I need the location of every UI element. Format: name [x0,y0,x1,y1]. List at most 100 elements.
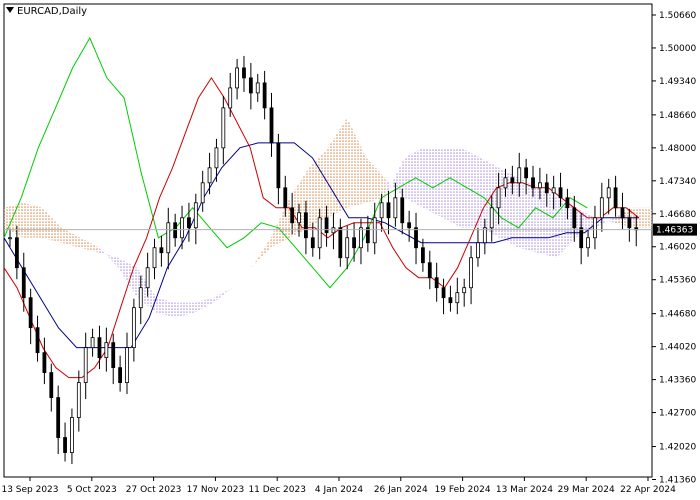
candle-body [441,287,446,299]
candle-body [579,227,584,249]
candle-body [338,227,343,259]
candle-body [503,177,508,189]
candle-body [97,337,102,359]
date-tick-label: 13 Mar 2024 [496,485,553,495]
candle-body [193,202,198,229]
candle-body [558,187,563,199]
kumo-bearish-segment [518,177,538,253]
kumo-bearish-segment [499,167,519,248]
kumo-bearish-segment [461,147,481,228]
candle-body [359,227,363,249]
candle-body [304,212,308,239]
kumo-bullish-segment [23,202,43,238]
date-tick-label: 17 Nov 2023 [187,485,245,495]
candle-body [421,247,425,264]
candle-body [138,287,143,309]
date-tick-label: 13 Sep 2023 [1,485,58,495]
candle-body [565,197,570,209]
date-tick-label: 22 Apr 2024 [620,485,676,495]
candle-body [586,237,590,249]
date-tick-label: 29 Mar 2024 [558,485,615,495]
candle-body [118,367,123,383]
candle-body [407,222,412,229]
candle-body [173,222,178,239]
candle-body [386,202,391,219]
kumo-bearish-segment [442,147,462,228]
price-tick-label: 1.50000 [659,44,696,54]
date-tick-label: 4 Jan 2024 [315,485,363,495]
candle-body [276,142,281,189]
candle-body [469,257,473,289]
candle-body [599,197,604,219]
price-tick-label: 1.45360 [659,276,696,286]
candle-body [393,197,398,219]
candle-body [228,87,233,109]
candle-body [283,187,288,209]
candle-body [620,207,625,219]
price-tick-label: 1.48660 [659,111,696,121]
candle-body [255,82,260,94]
candle-body [262,82,267,109]
candle-body [180,217,184,239]
candle-body [159,247,164,254]
candle-body [310,237,315,249]
candle-body [627,217,632,229]
candle-body [242,67,246,79]
candle-body [489,207,494,229]
candle-body [131,307,136,349]
price-tick-label: 1.42020 [659,443,696,453]
price-tick-label: 1.43360 [659,376,696,386]
date-tick-label: 19 Feb 2024 [435,485,491,495]
candle-body [290,207,295,224]
candle-body [76,382,81,418]
candle-body [496,187,501,209]
date-tick-label: 11 Dec 2023 [248,485,306,495]
candle-body [455,292,460,304]
price-tick-label: 1.49340 [659,77,696,87]
candle-body [221,107,226,149]
candle-body [21,267,26,299]
candle-body [269,107,274,144]
candle-body [214,147,219,169]
price-chart[interactable]: 1.50660 1.50000 1.49340 1.48660 1.48000 1.473… [0,0,700,500]
candle-body [331,227,336,234]
date-tick-label: 26 Jan 2024 [374,485,428,495]
candle-body [572,207,577,229]
candle-body [200,182,205,204]
candle-body [297,212,301,224]
candle-body [324,217,329,234]
candle-body [379,202,384,219]
candle-body [517,167,522,184]
chart-title: EURCAD,Daily [17,6,87,17]
kumo-bearish-segment [423,147,443,218]
candle-body [125,347,129,383]
candle-body [207,167,212,184]
candle-body [606,187,611,199]
candle-body [372,217,377,244]
price-tick-label: 1.44680 [659,310,696,320]
current-price-badge: 1.46363 [653,223,697,236]
price-tick-label: 1.42700 [659,409,696,419]
candle-body [544,182,549,194]
price-tick-label: 1.44020 [659,343,696,353]
price-tick-label: 1.50660 [659,11,696,21]
candle-body [613,187,618,209]
candle-body [235,67,239,89]
date-tick-label: 27 Oct 2023 [126,485,182,495]
price-tick-label: 1.41360 [659,475,696,485]
candle-body [248,77,253,94]
candle-body [352,237,356,249]
candle-body [427,262,432,279]
candle-body [400,197,405,224]
price-tick-label: 1.46020 [659,243,696,253]
current-price-label: 1.46363 [656,226,693,236]
candle-body [537,182,542,189]
candle-body [187,217,191,229]
candle-body [111,342,116,369]
chart-title-group[interactable]: EURCAD,Daily [6,6,87,17]
date-tick-label: 5 Oct 2023 [67,485,117,495]
candle-body [56,397,61,438]
candle-body [49,372,54,398]
price-tick-label: 1.47340 [659,177,696,187]
candle-body [35,327,40,354]
